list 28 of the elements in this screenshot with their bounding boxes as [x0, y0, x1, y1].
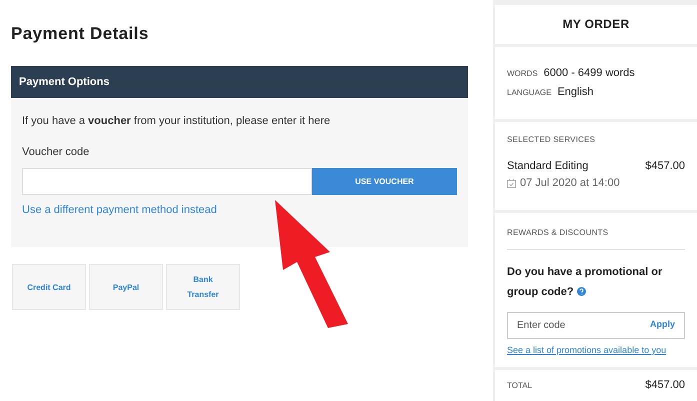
order-title: MY ORDER	[562, 16, 630, 34]
payment-method-button[interactable]: Bank Transfer	[166, 264, 240, 310]
field-label: Voucher code	[22, 144, 90, 160]
page-title: Payment Details	[11, 23, 150, 45]
help-icon[interactable]	[576, 287, 586, 296]
section-heading: SELECTED SERVICES	[507, 134, 596, 146]
payment-method-link[interactable]: Use a different payment method instead	[22, 202, 217, 218]
use-voucher-button[interactable]: USE VOUCHER	[312, 168, 457, 195]
promo-field[interactable]: Enter code Apply	[507, 312, 685, 339]
panel-header: Payment Options	[11, 66, 468, 98]
section-heading: REWARDS & DISCOUNTS	[507, 226, 685, 250]
voucher-input[interactable]	[22, 168, 312, 195]
promo-question: Do you have a promotional or group code?	[507, 264, 664, 300]
detail-value: 6000 - 6499 words	[544, 66, 635, 81]
detail-label: WORDS	[507, 68, 538, 80]
total-label: TOTAL	[507, 380, 532, 392]
service-date: 07 Jul 2020 at 14:00	[520, 176, 620, 192]
voucher-intro: If you have a voucher from your institution, please enter it here	[22, 114, 332, 129]
service-price: $457.00	[645, 158, 685, 174]
service-name: Standard Editing	[507, 158, 588, 174]
detail-label: LANGUAGE	[507, 87, 552, 100]
total-value: $457.00	[645, 378, 685, 394]
payment-method-button[interactable]: Credit Card	[12, 264, 86, 310]
apply-button[interactable]: Apply	[650, 318, 675, 332]
promotions-link[interactable]: See a list of promotions available to you	[507, 344, 685, 358]
detail-value: English	[557, 85, 594, 100]
payment-method-button[interactable]: PayPal	[89, 264, 163, 310]
calendar-icon	[507, 178, 516, 188]
